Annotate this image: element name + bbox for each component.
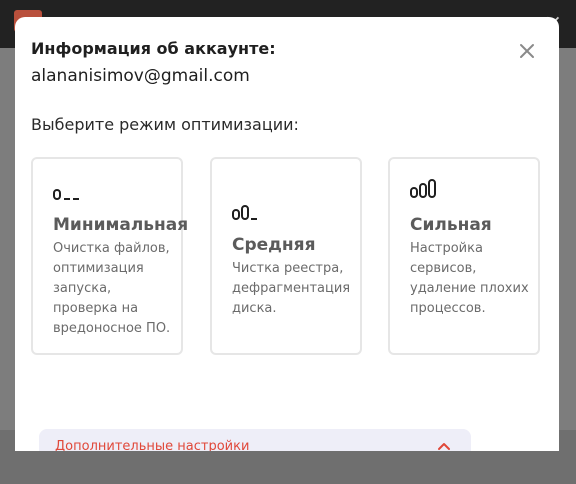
mode-title-strong: Сильная: [410, 215, 492, 235]
mode-desc-minimal: Очистка файлов, оптимизация запуска, про…: [53, 241, 171, 336]
account-modal: Информация об аккаунте: alananisimov@gma…: [15, 17, 559, 451]
close-icon: [520, 44, 534, 58]
chevron-up-icon: [438, 443, 450, 450]
advanced-settings-label: Дополнительные настройки: [55, 439, 250, 451]
advanced-settings-toggle[interactable]: Дополнительные настройки: [39, 429, 471, 451]
mode-card-minimal[interactable]: Минимальная Очистка файлов, оптимизация …: [31, 157, 188, 355]
mode-card-strong[interactable]: Сильная Настройка сервисов, удаление пло…: [388, 157, 540, 355]
level-low-icon: [53, 189, 79, 200]
account-email: alananisimov@gmail.com: [31, 66, 250, 86]
level-high-icon: [410, 179, 436, 198]
level-medium-icon: [232, 205, 257, 220]
mode-desc-medium: Чистка реестра, дефрагментация диска.: [232, 261, 351, 316]
mode-desc-strong: Настройка сервисов, удаление плохих проц…: [410, 241, 529, 316]
mode-card-medium[interactable]: Средняя Чистка реестра, дефрагментация д…: [210, 157, 362, 355]
optimization-mode-label: Выберите режим оптимизации:: [31, 115, 299, 134]
mode-title-minimal: Минимальная: [53, 215, 189, 235]
close-button[interactable]: [515, 39, 539, 63]
account-info-title: Информация об аккаунте:: [31, 39, 276, 58]
mode-title-medium: Средняя: [232, 235, 316, 255]
